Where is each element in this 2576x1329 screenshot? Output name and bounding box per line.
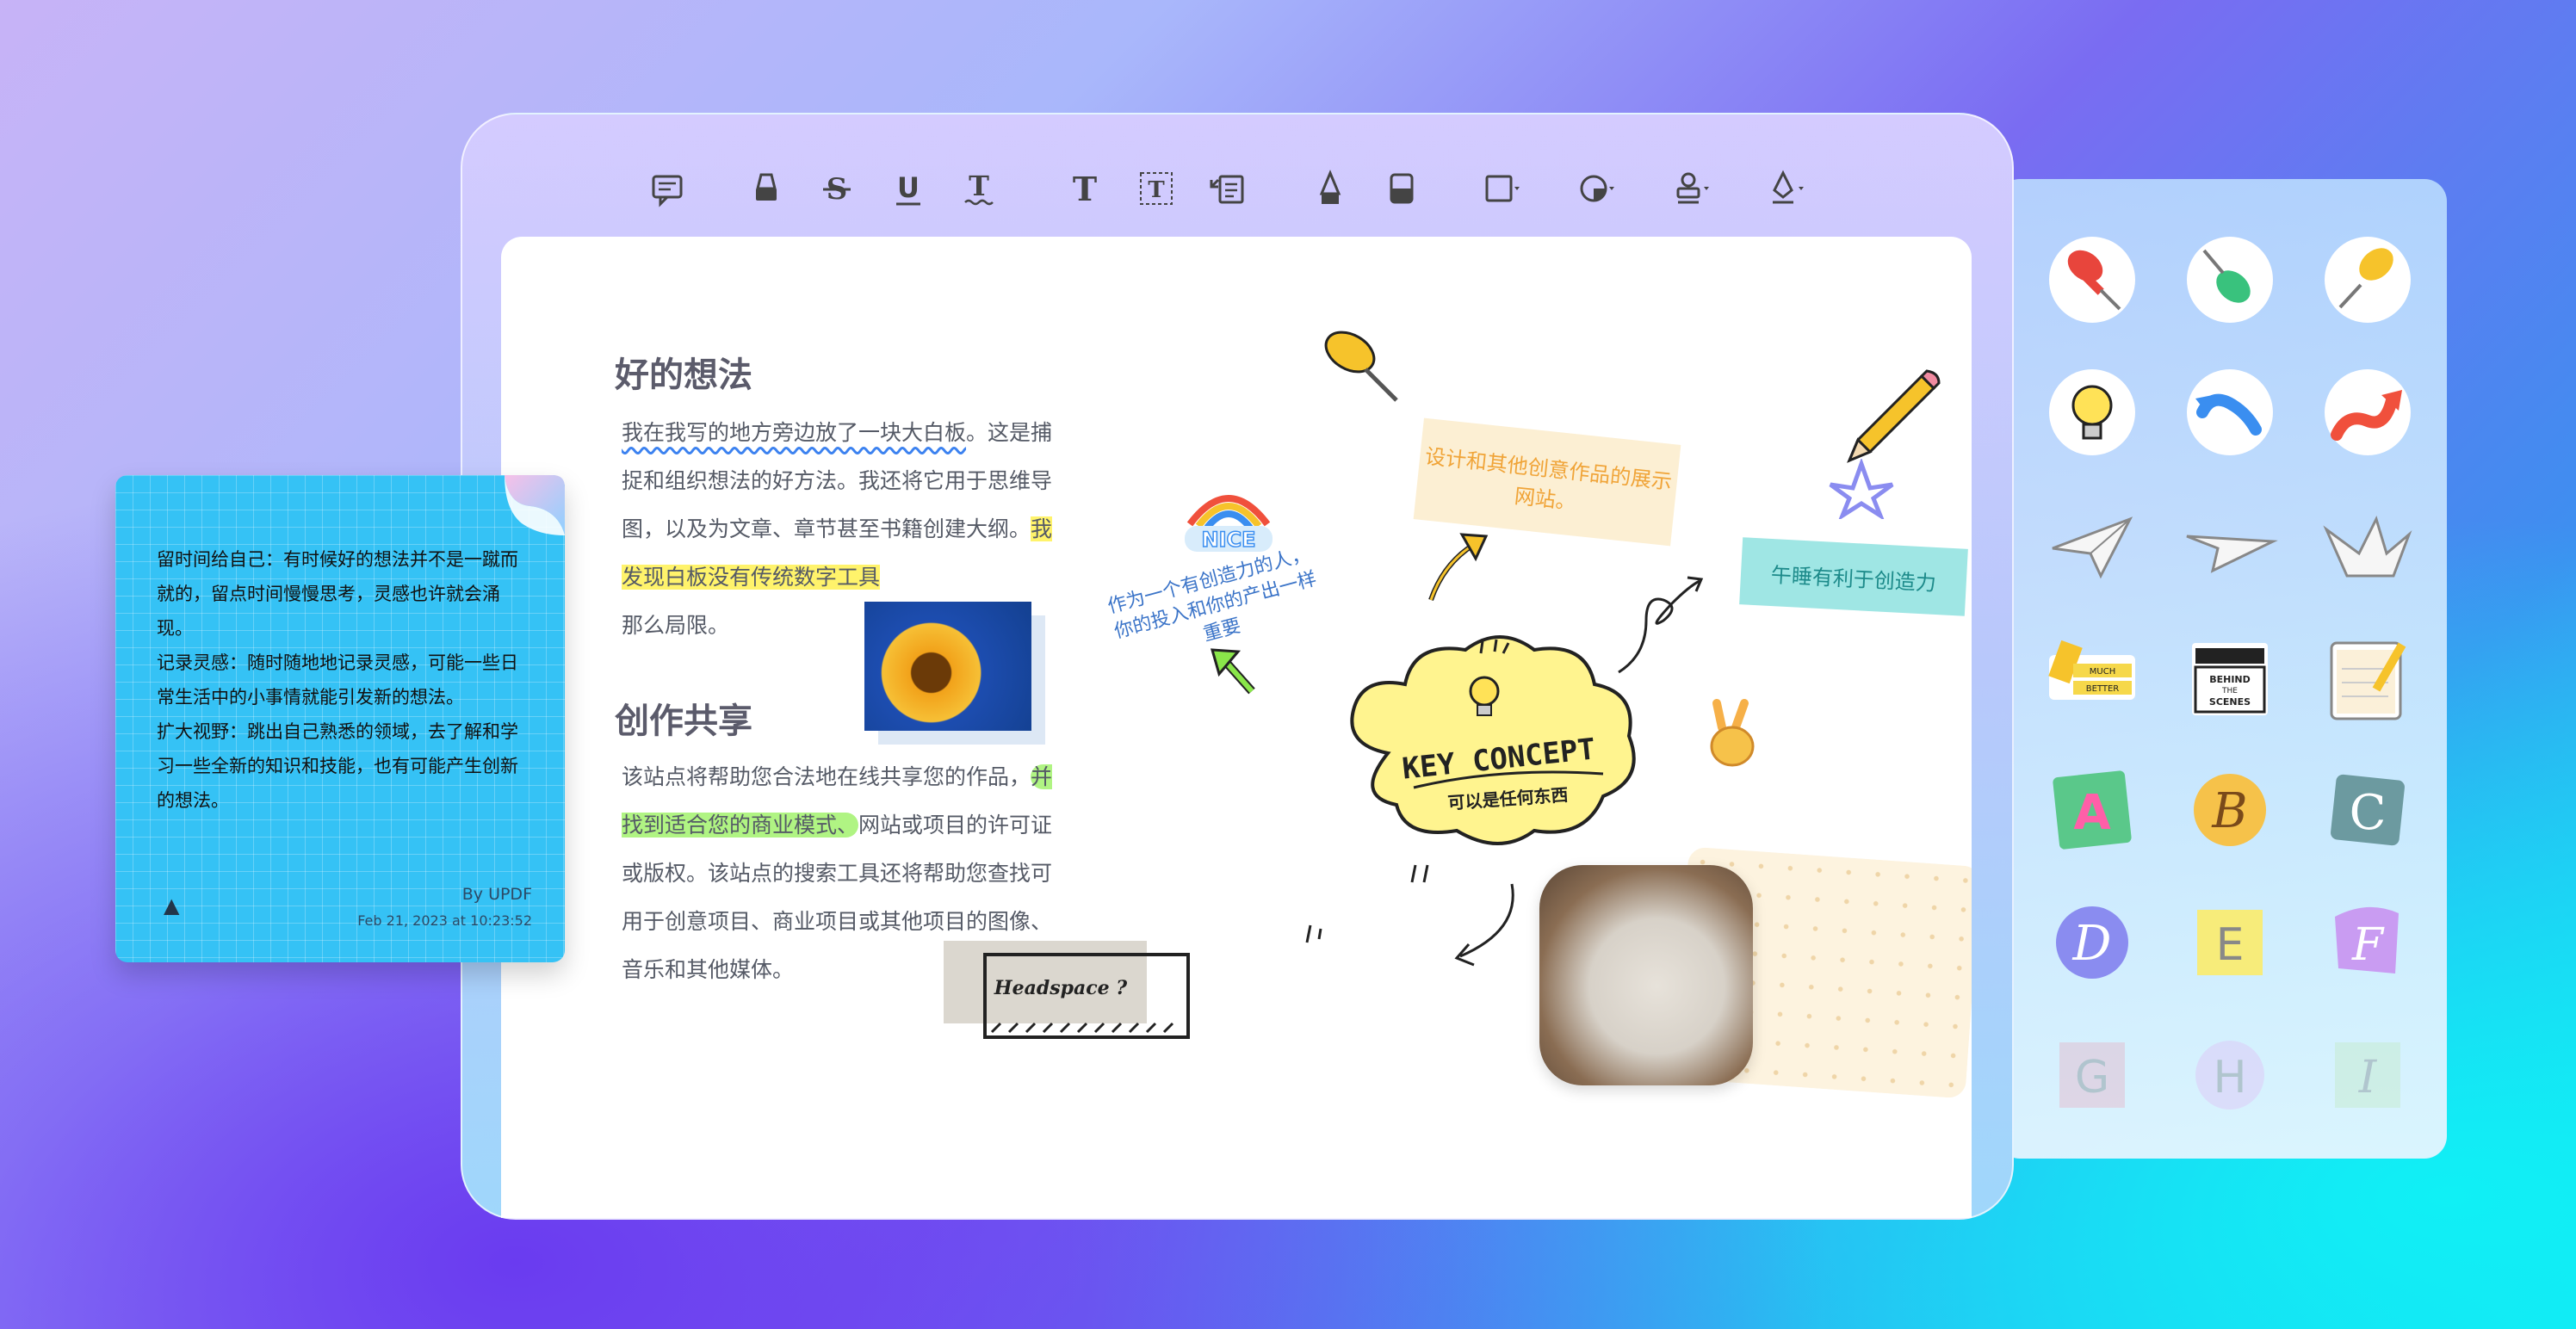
sticker-tool[interactable] (1573, 164, 1621, 213)
highlight-tool[interactable] (742, 164, 790, 213)
svg-text:E: E (2216, 919, 2245, 971)
svg-text:BEHIND: BEHIND (2209, 674, 2251, 685)
svg-text:U: U (897, 171, 920, 204)
headspace-frame[interactable]: Headspace ? (932, 925, 1190, 1046)
svg-text:I: I (2358, 1052, 2378, 1103)
sticker-letter-b[interactable]: B (2161, 744, 2299, 876)
sticker-letter-h[interactable]: H (2161, 1009, 2299, 1141)
pencil-tool[interactable] (1306, 164, 1354, 213)
svg-text:T: T (1148, 177, 1165, 203)
svg-text:NICE: NICE (1201, 528, 1255, 552)
squiggly-tool[interactable]: T (955, 164, 1003, 213)
svg-text:Headspace ?: Headspace ? (994, 977, 1128, 999)
signature-icon (1773, 170, 1804, 204)
desk-photo-sticker[interactable] (1539, 865, 1753, 1085)
sticker-letter-c[interactable]: C (2299, 744, 2437, 876)
sticker-letter-d[interactable]: D (2023, 876, 2161, 1009)
page-curl-icon (505, 475, 565, 535)
sticky-note-content[interactable]: 留时间给自己：有时候好的想法并不是一蹴而就的，留点时间慢慢思考，灵感也许就会涌现… (157, 542, 518, 818)
sunflower-photo[interactable] (864, 602, 1031, 731)
key-concept-cloud[interactable]: KEY CONCEPT 可以是任何东西 (1328, 615, 1672, 874)
sticker-letter-i[interactable]: I (2299, 1009, 2437, 1141)
sticker-letter-g[interactable]: G (2023, 1009, 2161, 1141)
note-author: By UPDF (461, 885, 532, 904)
sticker-behind-scenes[interactable]: BEHIND THE SCENES (2161, 611, 2299, 744)
text-callout-icon (1210, 175, 1244, 204)
underline-icon: U (896, 171, 920, 206)
comment-icon (652, 175, 683, 207)
sticker-much-better[interactable]: MUCH BETTER (2023, 611, 2161, 744)
signature-tool[interactable] (1762, 164, 1811, 213)
svg-text:T: T (1073, 170, 1097, 207)
svg-text:A: A (2073, 785, 2111, 841)
underline-tool[interactable]: U (884, 164, 932, 213)
comment-tool[interactable] (643, 164, 691, 213)
sticker-green-pin[interactable] (2161, 213, 2299, 346)
shape-icon (1485, 175, 1520, 202)
sticker-blue-arrow[interactable] (2161, 346, 2299, 479)
heading-good-ideas: 好的想法 (615, 355, 752, 395)
sticker-panel: MUCH BETTER BEHIND THE SCENES A B C D E F G (1997, 179, 2447, 1159)
svg-text:G: G (2075, 1052, 2109, 1103)
svg-text:T: T (969, 170, 989, 202)
sticker-lightbulb[interactable] (2023, 346, 2161, 479)
text-tool[interactable]: T (1061, 164, 1109, 213)
annotation-toolbar: S U T T T (462, 149, 2012, 226)
svg-text:H: H (2213, 1052, 2246, 1103)
stamp-tool[interactable] (1668, 164, 1716, 213)
green-arrow-icon (1210, 648, 1255, 695)
text-callout-tool[interactable] (1203, 164, 1251, 213)
textbox-tool[interactable]: T (1132, 164, 1180, 213)
strikethrough-icon: S (823, 172, 851, 207)
sticker-red-arrow[interactable] (2299, 346, 2437, 479)
document-canvas[interactable]: 好的想法 我在我写的地方旁边放了一块大白板。这是捕捉和组织想法的好方法。我还将它… (501, 237, 1972, 1218)
sticker-paper-plane-1[interactable] (2023, 479, 2161, 611)
pencil-sticker-icon[interactable] (1832, 366, 1944, 478)
spark-doodle-icon (1305, 924, 1322, 943)
sticker-red-pin[interactable] (2023, 213, 2161, 346)
highlighter-icon (756, 173, 777, 201)
textbox-icon: T (1140, 172, 1173, 205)
sticker-icon (1580, 175, 1614, 202)
arrow-up-right-icon (1428, 533, 1489, 601)
sticky-note-popup[interactable]: 留时间给自己：有时候好的想法并不是一蹴而就的，留点时间慢慢思考，灵感也许就会涌现… (115, 475, 565, 962)
sticker-grid: MUCH BETTER BEHIND THE SCENES A B C D E F G (2023, 213, 2437, 1141)
main-window: S U T T T 好的想法 我在我写的地方旁边放了一块大白板。这是捕捉和组织想… (461, 113, 2014, 1220)
svg-text:D: D (2072, 916, 2112, 972)
pencil-icon (1319, 170, 1341, 204)
curve-arrow-doodle-icon (1454, 883, 1514, 967)
stamp-icon (1676, 172, 1709, 204)
sticker-paper-crane[interactable] (2299, 479, 2437, 611)
svg-text:F: F (2351, 919, 2385, 971)
sticky-note-teal[interactable]: 午睡有利于创造力 (1739, 537, 1968, 616)
eraser-tool[interactable] (1378, 164, 1426, 213)
sticker-letter-a[interactable]: A (2023, 744, 2161, 876)
strikethrough-tool[interactable]: S (813, 164, 861, 213)
shape-tool[interactable] (1478, 164, 1526, 213)
eraser-icon (1390, 173, 1414, 204)
svg-text:THE: THE (2221, 687, 2238, 695)
yellow-pushpin-icon[interactable] (1310, 314, 1405, 409)
text-icon: T (1073, 170, 1097, 207)
much-better-label: MUCH (2090, 667, 2115, 677)
heading-creative-sharing: 创作共享 (615, 702, 752, 741)
sticker-letter-e[interactable]: E (2161, 876, 2299, 1009)
peace-hand-sticker[interactable] (1698, 693, 1767, 779)
svg-text:B: B (2211, 783, 2247, 839)
sticker-yellow-pin[interactable] (2299, 213, 2437, 346)
wavy-underline-annotation[interactable]: 我在我写的地方旁边放了一块大白板 (622, 420, 966, 445)
broom-icon[interactable]: ▲ (164, 893, 179, 918)
squiggly-icon: T (964, 170, 994, 206)
svg-text:BETTER: BETTER (2086, 684, 2120, 694)
svg-text:SCENES: SCENES (2209, 696, 2251, 708)
sticker-notepad[interactable] (2299, 611, 2437, 744)
svg-text:C: C (2350, 785, 2387, 841)
note-timestamp: Feb 21, 2023 at 10:23:52 (357, 912, 532, 929)
sticker-paper-plane-2[interactable] (2161, 479, 2299, 611)
sticker-letter-f[interactable]: F (2299, 876, 2437, 1009)
